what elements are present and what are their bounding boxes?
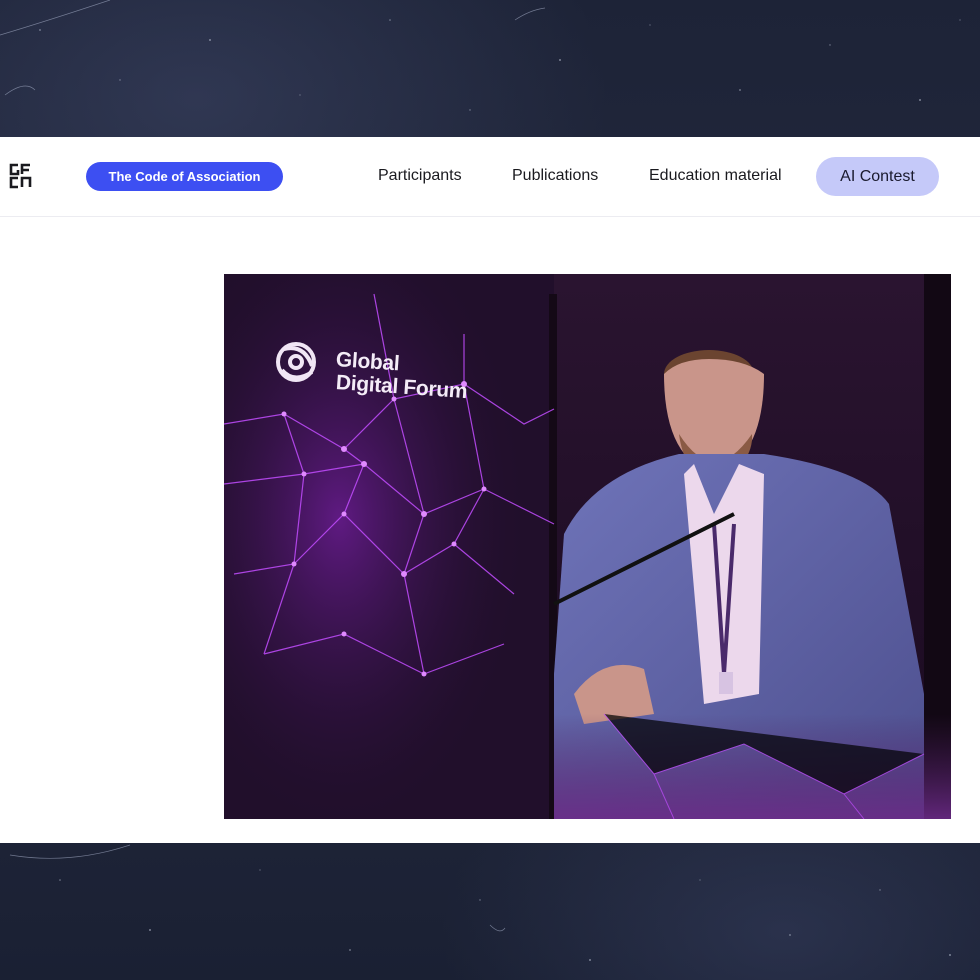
- forum-speaker-photo: Global Digital Forum: [224, 274, 951, 819]
- gfcn-logo-icon[interactable]: [8, 162, 48, 190]
- nav-ai-contest[interactable]: AI Contest: [816, 157, 939, 196]
- code-of-association-button[interactable]: The Code of Association: [86, 162, 283, 191]
- nav-participants[interactable]: Participants: [378, 164, 462, 188]
- nav-education-material[interactable]: Education material: [649, 164, 782, 188]
- nav-publications[interactable]: Publications: [512, 164, 598, 188]
- site-header: The Code of Association Participants Pub…: [0, 137, 980, 217]
- forum-title-text: Global Digital Forum: [335, 348, 468, 403]
- website-window: The Code of Association Participants Pub…: [0, 137, 980, 843]
